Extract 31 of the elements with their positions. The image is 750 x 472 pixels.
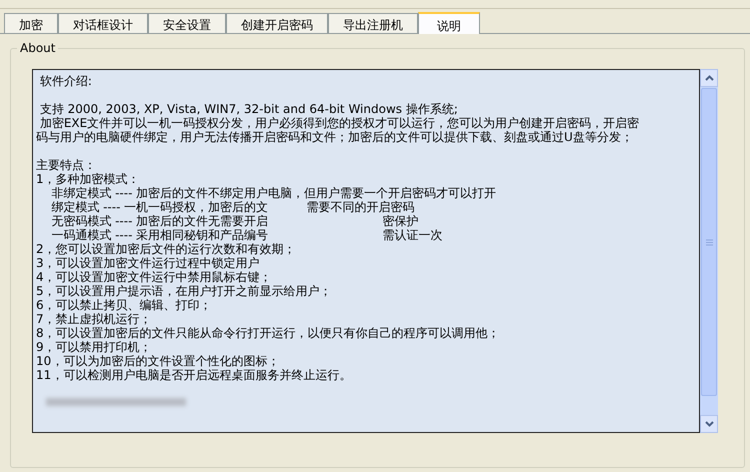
group-title: About [17,41,58,55]
tab[interactable]: 安全设置 [148,13,226,33]
scroll-down-icon[interactable] [700,415,718,433]
text-line: 3，可以设置加密文件运行过程中锁定用户 [36,256,261,270]
tab[interactable]: 说明 [418,12,480,34]
text-line: 软件介绍: [38,74,93,88]
text-line: 6，可以禁止拷贝、编辑、打印； [36,298,213,312]
text-line: 1，多种加密模式： [36,172,141,186]
scrollbar[interactable] [700,69,718,433]
text-line: 4，可以设置加密文件运行中禁用鼠标右键； [36,270,273,284]
text-line: 5，可以设置用户提示语，在用户打开之前显示给用户； [36,284,333,298]
text-line: 主要特点： [36,158,97,172]
text-line: 支持 2000, 2003, XP, Vista, WIN7, 32-bit and 64-bit Windows 操作系统; [38,102,459,116]
text-line: 码与用户的电脑硬件绑定，用户无法传播开启密码和文件；加密后的文件可以提供下载、刻盘或通过U盘等分发； [36,130,634,144]
tab[interactable]: 导出注册机 [328,13,418,33]
scroll-thumb[interactable] [701,88,717,396]
text-line: 11，可以检测用户电脑是否开启远程桌面服务并终止运行。 [36,368,352,382]
text-line: 7，禁止虚拟机运行； [36,312,153,326]
text-line: 无密码模式 ---- 加密后的文件无需要开启 密保护 [50,214,420,228]
tab[interactable]: 对话框设计 [58,13,148,33]
text-line: 绑定模式 ---- 一机一码授权，加密后的文 需要不同的开启密码 [50,200,416,214]
text-line: 非绑定模式 ---- 加密后的文件不绑定用户电脑，但用户需要一个开启密码才可以打开 [50,186,498,200]
text-line: 加密EXE文件并可以一机一码授权分发，用户必须得到您的授权才可以运行，您可以为用户创建开启密码，开启密 [38,116,640,130]
tab[interactable]: 加密 [4,13,58,33]
text-line: 一码通模式 ---- 采用相同秘钥和产品编号 需认证一次 [50,228,444,242]
text-line: 8，可以设置加密后的文件只能从命令行打开运行，以便只有你自己的程序可以调用他； [36,326,501,340]
tab[interactable]: 创建开启密码 [226,13,328,33]
text-line: 9，可以禁用打印机； [36,340,153,354]
scroll-up-icon[interactable] [700,69,718,87]
text-line: 10，可以为加密后的文件设置个性化的图标； [36,354,280,368]
text-line: 2，您可以设置加密后文件的运行次数和有效期； [36,242,297,256]
